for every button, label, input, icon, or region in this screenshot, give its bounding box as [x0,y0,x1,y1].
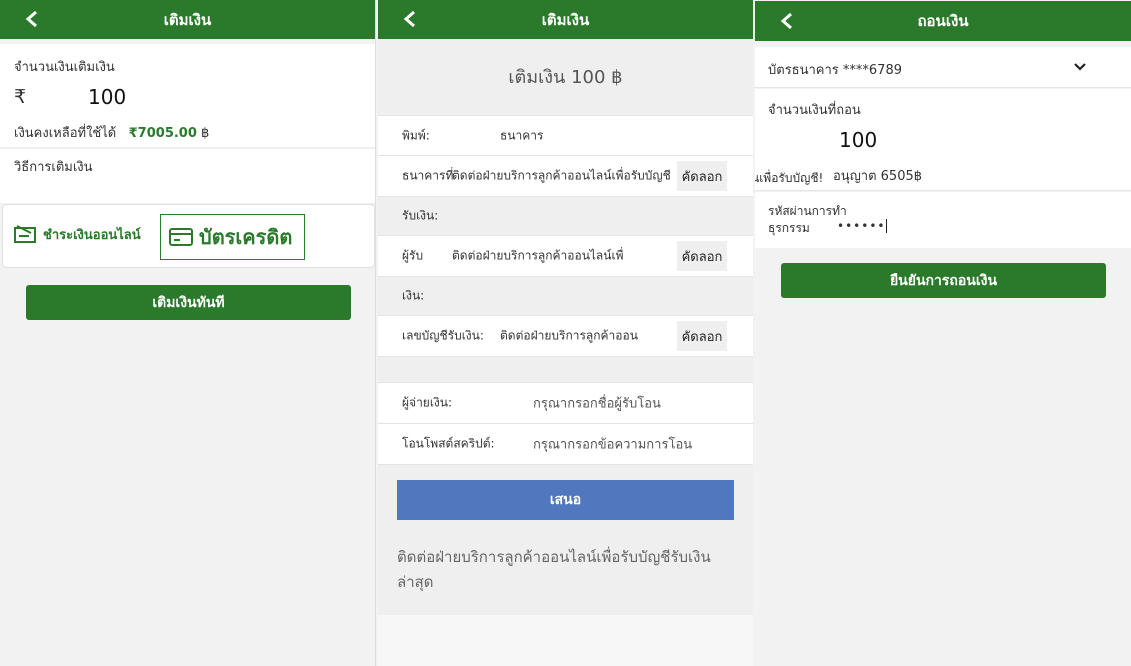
payer-row: ผู้จ่ายเงิน: กรุณากรอกชื่อผู้รับโอน [378,383,753,424]
back-arrow-icon[interactable] [400,9,420,29]
submit-button[interactable]: เสนอ [397,480,734,520]
receiver-row: ผู้รับ ติดต่อฝ่ายบริการลูกค้าออนไลน์เพื่… [378,236,753,277]
copy-bank-button[interactable]: คัดลอก [677,161,727,191]
online-payment-icon [14,225,36,243]
bank-card-select[interactable]: บัตรธนาคาร ****6789 [755,47,1131,88]
header-bar: เติมเงิน [0,0,375,39]
back-arrow-icon[interactable] [777,11,797,31]
money-section: เงิน: [378,277,753,316]
balance-value: ₹7005.00 [128,126,197,141]
withdraw-panel: ถอนเงิน บัตรธนาคาร ****6789 จำนวนเงินที่… [755,0,1131,666]
currency-symbol: ₹ [14,86,27,108]
credit-card-option[interactable]: บัตรเครดิต [160,214,305,260]
account-value: ติดต่อฝ่ายบริการลูกค้าออน [500,328,638,343]
postscript-row: โอนโพสต์สคริปต์: กรุณากรอกข้อความการโอน [378,424,753,465]
amount-input[interactable]: 100 [88,85,126,109]
account-row: เลขบัญชีรับเงิน: ติดต่อฝ่ายบริการลูกค้าอ… [378,316,753,357]
note-text: ติดต่อฝ่ายบริการลูกค้าออนไลน์เพื่อรับบัญ… [397,548,711,591]
payment-options: ชำระเงินออนไลน์ บัตรเครดิต [2,204,375,268]
bank-value: ติดต่อฝ่ายบริการลูกค้าออนไลน์เพื่อรับบัญ… [452,168,672,183]
balance-label: เงินคงเหลือที่ใช้ได้ [14,126,117,141]
type-label: พิมพ์: [402,128,430,142]
confirm-withdraw-button[interactable]: ยืนยันการถอนเงิน [781,263,1106,298]
method-label: วิธีการเติมเงิน [14,160,93,175]
balance-suffix: ฿ [196,126,210,141]
receive-section: รับเงิน: [378,197,753,236]
withdraw-amount-input[interactable]: 100 [839,128,877,152]
bank-row: ธนาคารที่ ติดต่อฝ่ายบริการลูกค้าออนไลน์เ… [378,156,753,197]
page-title: เติมเงิน [163,10,212,29]
credit-card-icon [169,228,193,246]
payer-input[interactable]: กรุณากรอกชื่อผู้รับโอน [533,393,661,414]
overflow-text: นเพื่อรับบัญชี! [755,171,824,185]
chevron-down-icon [1074,63,1086,71]
copy-account-button[interactable]: คัดลอก [677,321,727,351]
password-label: รหัสผ่านการทำธุรกรรม [768,204,847,235]
amount-heading: เติมเงิน 100 ฿ [378,39,753,114]
deposit-panel: เติมเงิน จำนวนเงินเติมเงิน ₹ 100 เงินคงเ… [0,0,376,666]
account-label: เลขบัญชีรับเงิน: [402,328,484,343]
payer-label: ผู้จ่ายเงิน: [402,395,453,410]
receiver-value: ติดต่อฝ่ายบริการลูกค้าออนไลน์เพื่ [452,248,624,263]
pay-online-option[interactable]: ชำระเงินออนไลน์ [13,223,141,245]
header-bar: ถอนเงิน [755,1,1131,41]
page-title: เติมเงิน [541,10,590,29]
deposit-bank-panel: เติมเงิน เติมเงิน 100 ฿ พิมพ์: ธนาคาร ธน… [378,0,753,666]
deposit-now-button[interactable]: เติมเงินทันที [26,285,351,320]
copy-receiver-button[interactable]: คัดลอก [677,241,727,271]
method-section: วิธีการเติมเงิน [0,149,375,203]
amount-label: จำนวนเงินเติมเงิน [14,60,115,75]
back-arrow-icon[interactable] [22,9,42,29]
type-value: ธนาคาร [500,128,544,142]
spacer-row [378,357,753,383]
header-bar: เติมเงิน [378,0,753,39]
pay-online-label: ชำระเงินออนไลน์ [43,227,141,243]
postscript-label: โอนโพสต์สคริปต์: [402,436,495,451]
receiver-label: ผู้รับ [402,248,424,263]
withdraw-amount-label: จำนวนเงินที่ถอน [768,103,861,118]
balance-line: เงินคงเหลือที่ใช้ได้ ₹7005.00 ฿ [14,122,209,143]
limit-text: อนุญาต 6505฿ [833,169,923,184]
postscript-input[interactable]: กรุณากรอกข้อความการโอน [533,434,692,455]
credit-card-label: บัตรเครดิต [199,225,293,249]
amount-section: จำนวนเงินเติมเงิน ₹ 100 เงินคงเหลือที่ใช… [0,44,375,148]
password-input[interactable]: •••••• [837,219,888,233]
type-row: พิมพ์: ธนาคาร [378,115,753,156]
receive-section-label: รับเงิน: [402,208,439,223]
bottom-area [378,615,753,666]
bank-label: ธนาคารที่ [402,168,454,183]
page-title: ถอนเงิน [917,12,969,30]
bank-card-value: บัตรธนาคาร ****6789 [768,63,902,78]
money-section-label: เงิน: [402,288,425,303]
password-section: รหัสผ่านการทำธุรกรรม •••••• [755,192,1131,248]
